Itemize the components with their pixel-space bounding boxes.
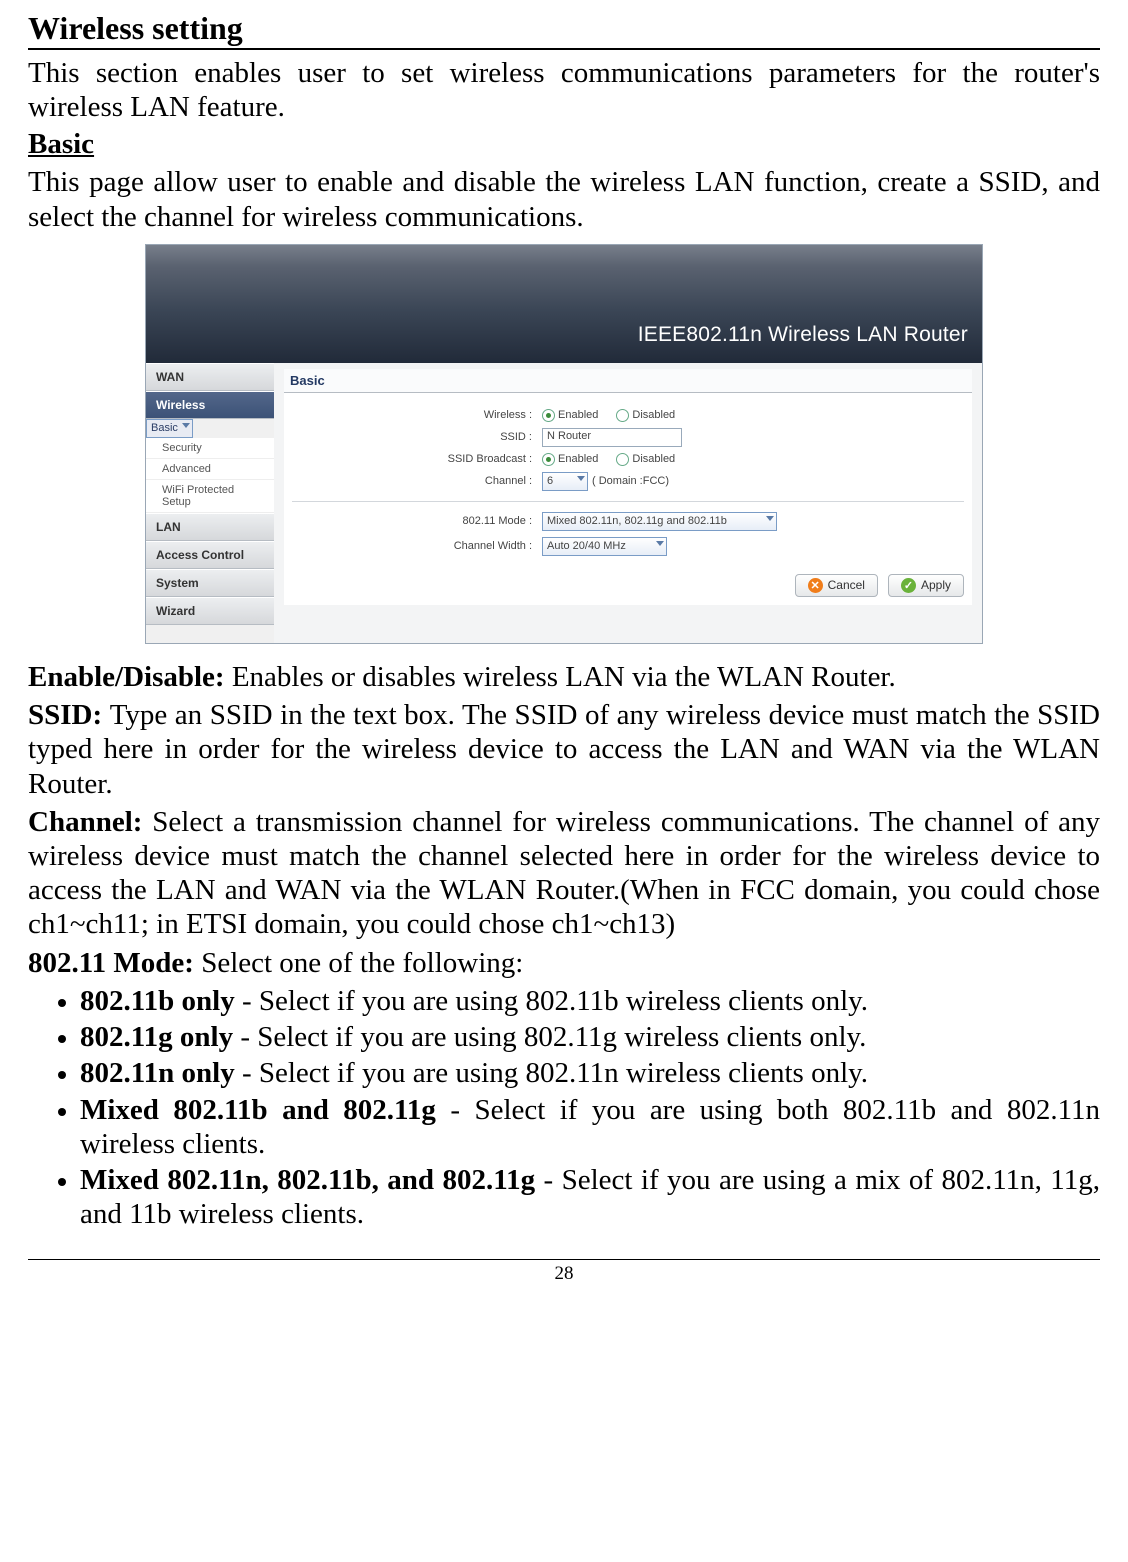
radio-dot-icon — [542, 453, 555, 466]
radio-wireless-disabled[interactable]: Disabled — [616, 409, 675, 422]
sidebar-item-wireless[interactable]: Wireless — [146, 391, 274, 419]
label-channel-width: Channel Width : — [292, 540, 542, 552]
apply-icon: ✓ — [901, 578, 916, 593]
para-ssid: SSID: Type an SSID in the text box. The … — [28, 698, 1100, 801]
router-banner-title: IEEE802.11n Wireless LAN Router — [638, 323, 968, 347]
page-number: 28 — [555, 1263, 574, 1284]
sidebar-sub-advanced[interactable]: Advanced — [146, 459, 274, 480]
router-sidebar: WAN Wireless Basic Security Advanced WiF… — [146, 363, 274, 643]
cancel-button[interactable]: ✕ Cancel — [795, 574, 878, 597]
heading-wireless-setting: Wireless setting — [28, 10, 1100, 50]
mode-item: 802.11b only - Select if you are using 8… — [80, 984, 1100, 1018]
radio-wireless-enabled[interactable]: Enabled — [542, 409, 598, 422]
cancel-icon: ✕ — [808, 578, 823, 593]
select-channel-width[interactable]: Auto 20/40 MHz — [542, 537, 667, 556]
radio-dot-icon — [616, 409, 629, 422]
mode-item: Mixed 802.11n, 802.11b, and 802.11g - Se… — [80, 1163, 1100, 1231]
mode-item: 802.11n only - Select if you are using 8… — [80, 1056, 1100, 1090]
intro-paragraph: This section enables user to set wireles… — [28, 56, 1100, 124]
mode-item: 802.11g only - Select if you are using 8… — [80, 1020, 1100, 1054]
page-footer: 28 — [28, 1259, 1100, 1285]
sidebar-sub-basic[interactable]: Basic — [146, 419, 193, 438]
select-80211-mode[interactable]: Mixed 802.11n, 802.11g and 802.11b — [542, 512, 777, 531]
channel-domain-note: ( Domain :FCC) — [592, 475, 669, 487]
label-wireless: Wireless : — [292, 409, 542, 421]
subheading-basic: Basic — [28, 128, 1100, 161]
para-channel: Channel: Select a transmission channel f… — [28, 805, 1100, 942]
sidebar-sub-security[interactable]: Security — [146, 438, 274, 459]
router-ui-screenshot: IEEE802.11n Wireless LAN Router WAN Wire… — [145, 244, 983, 644]
input-ssid[interactable]: N Router — [542, 428, 682, 447]
apply-button[interactable]: ✓ Apply — [888, 574, 964, 597]
para-80211-mode: 802.11 Mode: Select one of the following… — [28, 946, 1100, 980]
label-ssid: SSID : — [292, 431, 542, 443]
divider — [292, 501, 964, 502]
sidebar-item-system[interactable]: System — [146, 569, 274, 597]
basic-paragraph: This page allow user to enable and disab… — [28, 165, 1100, 233]
sidebar-item-access-control[interactable]: Access Control — [146, 541, 274, 569]
radio-dot-icon — [616, 453, 629, 466]
label-80211-mode: 802.11 Mode : — [292, 515, 542, 527]
sidebar-sub-wps[interactable]: WiFi Protected Setup — [146, 480, 274, 513]
panel-body: Wireless : Enabled Disabled SSID : N Rou… — [284, 393, 972, 605]
mode-list: 802.11b only - Select if you are using 8… — [80, 984, 1100, 1232]
sidebar-item-lan[interactable]: LAN — [146, 513, 274, 541]
label-ssid-broadcast: SSID Broadcast : — [292, 453, 542, 465]
radio-ssidbc-disabled[interactable]: Disabled — [616, 453, 675, 466]
radio-dot-icon — [542, 409, 555, 422]
mode-item: Mixed 802.11b and 802.11g - Select if yo… — [80, 1093, 1100, 1161]
select-channel[interactable]: 6 — [542, 472, 588, 491]
para-enable-disable: Enable/Disable: Enables or disables wire… — [28, 660, 1100, 694]
sidebar-item-wan[interactable]: WAN — [146, 363, 274, 391]
label-channel: Channel : — [292, 475, 542, 487]
panel-title: Basic — [284, 369, 972, 393]
sidebar-item-wizard[interactable]: Wizard — [146, 597, 274, 625]
router-banner: IEEE802.11n Wireless LAN Router — [146, 245, 982, 363]
radio-ssidbc-enabled[interactable]: Enabled — [542, 453, 598, 466]
